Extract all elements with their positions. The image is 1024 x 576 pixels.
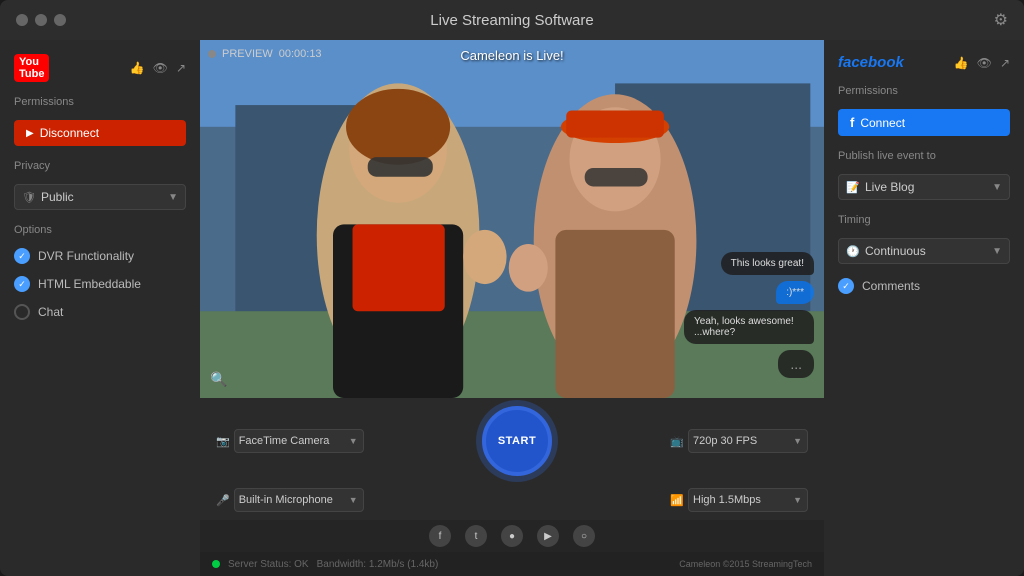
copyright-text: Cameleon ©2015 StreamingTech (679, 559, 812, 569)
status-text: Server Status: OK (228, 559, 309, 570)
comments-check-icon: ✓ (838, 278, 854, 294)
publish-select-wrapper: 📝 Live Blog Timeline Page ▼ (838, 174, 1010, 200)
permissions-label: Permissions (14, 96, 186, 108)
clock-icon: 🕐 (846, 245, 860, 258)
gear-icon[interactable]: ⚙ (994, 10, 1008, 30)
resolution-select-wrapper: 📺 720p 30 FPS 1080p 30 FPS ▼ (670, 429, 808, 453)
connect-button[interactable]: Connect (838, 109, 1010, 136)
camera-select-wrapper: 📷 FaceTime Camera ▼ (216, 429, 364, 453)
mic-select-wrapper: 🎤 Built-in Microphone ▼ (216, 488, 364, 512)
facebook-logo: facebook (838, 54, 904, 71)
thumbs-up-icon[interactable]: 👍 (130, 61, 145, 75)
play-social-icon[interactable]: ▶ (537, 525, 559, 547)
minimize-button[interactable] (35, 14, 47, 26)
eye-icon[interactable]: 👁 (153, 61, 168, 75)
options-label: Options (14, 224, 186, 236)
unchecked-icon (14, 304, 30, 320)
camera-select[interactable]: FaceTime Camera (234, 429, 364, 453)
privacy-select[interactable]: Public Private Unlisted (14, 184, 186, 210)
timestamp: 00:00:13 (279, 48, 322, 60)
publish-label: Publish live event to (838, 150, 1010, 162)
social-bar: f t ● ▶ ○ (200, 520, 824, 552)
chat-label: Chat (38, 305, 63, 319)
timing-select-wrapper: 🕐 Continuous Scheduled ▼ (838, 238, 1010, 264)
html-checkbox[interactable]: ✓ HTML Embeddable (14, 276, 186, 292)
main-area: YouTube 👍 👁 ↗ Permissions Disconnect Pri… (0, 40, 1024, 576)
bottom-controls-bar-2: 🎤 Built-in Microphone ▼ 📶 High 1.5Mbps M… (200, 484, 824, 520)
close-button[interactable] (16, 14, 28, 26)
bitrate-select[interactable]: High 1.5Mbps Medium 1Mbps (688, 488, 808, 512)
preview-label: PREVIEW 00:00:13 (208, 48, 322, 60)
center-area: PREVIEW 00:00:13 Cameleon is Live! This … (200, 40, 824, 576)
dvr-checkbox[interactable]: ✓ DVR Functionality (14, 248, 186, 264)
preview-text: PREVIEW (222, 48, 273, 60)
comments-checkbox[interactable]: ✓ Comments (838, 278, 1010, 294)
html-label: HTML Embeddable (38, 277, 141, 291)
thumbs-up-icon-fb[interactable]: 👍 (954, 56, 969, 70)
resolution-select[interactable]: 720p 30 FPS 1080p 30 FPS (688, 429, 808, 453)
fb-permissions-section: Permissions Connect (838, 85, 1010, 136)
privacy-section: Privacy 🛡 Public Private Unlisted ▼ (14, 160, 186, 210)
twitter-social-icon[interactable]: t (465, 525, 487, 547)
chat-message-2: :)*** (776, 281, 814, 304)
video-preview: PREVIEW 00:00:13 Cameleon is Live! This … (200, 40, 824, 398)
zoom-icon[interactable]: 🔍 (210, 371, 227, 388)
camera-icon: 📷 (216, 435, 230, 448)
wifi-icon: 📶 (670, 494, 684, 507)
fb-permissions-label: Permissions (838, 85, 1010, 97)
chat-message-1: This looks great! (721, 252, 814, 275)
right-panel: facebook 👍 👁 ↗ Permissions Connect Publi… (824, 40, 1024, 576)
mic-icon: 🎤 (216, 494, 230, 507)
comments-label: Comments (862, 279, 920, 293)
mic-select[interactable]: Built-in Microphone (234, 488, 364, 512)
chat-bubbles: This looks great! :)*** Yeah, looks awes… (684, 252, 814, 378)
youtube-icons: 👍 👁 ↗ (130, 61, 186, 75)
eye-icon-fb[interactable]: 👁 (977, 56, 992, 70)
timing-section: Timing 🕐 Continuous Scheduled ▼ (838, 214, 1010, 264)
options-section: Options ✓ DVR Functionality ✓ HTML Embed… (14, 224, 186, 326)
privacy-select-wrapper: 🛡 Public Private Unlisted ▼ (14, 184, 186, 210)
chat-message-3: Yeah, looks awesome! ...where? (684, 310, 814, 344)
check-icon: ✓ (14, 248, 30, 264)
title-bar: Live Streaming Software ⚙ (0, 0, 1024, 40)
start-section: START (374, 406, 661, 476)
bottom-controls-bar: 📷 FaceTime Camera ▼ START 📺 720p 30 FPS … (200, 398, 824, 484)
youtube-logo: YouTube (14, 54, 49, 82)
permissions-section: Permissions Disconnect (14, 96, 186, 146)
bandwidth-text: Bandwidth: 1.2Mb/s (1.4kb) (317, 559, 439, 570)
left-panel: YouTube 👍 👁 ↗ Permissions Disconnect Pri… (0, 40, 200, 576)
privacy-label: Privacy (14, 160, 186, 172)
traffic-lights (16, 14, 66, 26)
facebook-social-icon[interactable]: f (429, 525, 451, 547)
timing-select[interactable]: Continuous Scheduled (838, 238, 1010, 264)
blog-icon: 📝 (846, 181, 860, 194)
dvr-label: DVR Functionality (38, 249, 134, 263)
app-window: Live Streaming Software ⚙ YouTube 👍 👁 ↗ … (0, 0, 1024, 576)
facebook-icons: 👍 👁 ↗ (954, 56, 1010, 70)
chat-checkbox[interactable]: Chat (14, 304, 186, 320)
publish-select[interactable]: Live Blog Timeline Page (838, 174, 1010, 200)
circle-social-icon[interactable]: ● (501, 525, 523, 547)
status-dot (212, 560, 220, 568)
maximize-button[interactable] (54, 14, 66, 26)
timing-label: Timing (838, 214, 1010, 226)
youtube-icon: YouTube (14, 54, 49, 82)
preview-dot (208, 50, 216, 58)
chat-typing: ... (778, 350, 814, 378)
extra-social-icon[interactable]: ○ (573, 525, 595, 547)
shield-icon: 🛡 (22, 191, 36, 204)
bitrate-select-wrapper: 📶 High 1.5Mbps Medium 1Mbps ▼ (670, 488, 808, 512)
resolution-icon: 📺 (670, 435, 684, 448)
share-icon[interactable]: ↗ (176, 61, 186, 75)
start-button[interactable]: START (482, 406, 552, 476)
disconnect-button[interactable]: Disconnect (14, 120, 186, 146)
youtube-header: YouTube 👍 👁 ↗ (14, 54, 186, 82)
window-title: Live Streaming Software (430, 12, 593, 29)
share-icon-fb[interactable]: ↗ (1000, 56, 1010, 70)
live-badge: Cameleon is Live! (460, 48, 563, 63)
publish-section: Publish live event to 📝 Live Blog Timeli… (838, 150, 1010, 200)
check-icon: ✓ (14, 276, 30, 292)
facebook-header: facebook 👍 👁 ↗ (838, 54, 1010, 71)
status-bar: Server Status: OK Bandwidth: 1.2Mb/s (1.… (200, 552, 824, 576)
